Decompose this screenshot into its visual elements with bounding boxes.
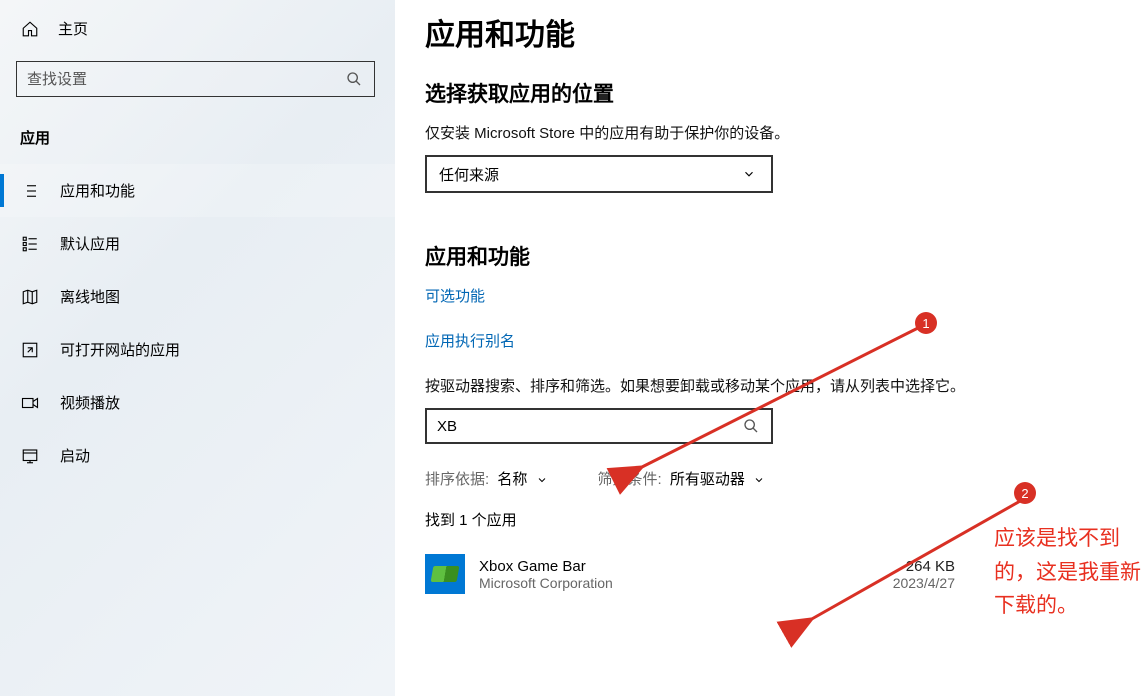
install-source-value: 任何来源 bbox=[439, 164, 499, 185]
sidebar-item-video-playback[interactable]: 视频播放 bbox=[0, 376, 395, 429]
page-title: 应用和功能 bbox=[425, 10, 1144, 54]
install-source-heading: 选择获取应用的位置 bbox=[425, 78, 1144, 108]
filter-control[interactable]: 筛选条件: 所有驱动器 bbox=[598, 468, 766, 489]
sidebar-item-label: 默认应用 bbox=[60, 233, 120, 254]
app-info: Xbox Game Bar Microsoft Corporation bbox=[479, 558, 879, 591]
app-publisher: Microsoft Corporation bbox=[479, 575, 879, 591]
install-source-dropdown[interactable]: 任何来源 bbox=[425, 155, 773, 193]
search-icon bbox=[741, 416, 761, 436]
sort-control[interactable]: 排序依据: 名称 bbox=[425, 468, 548, 489]
video-icon bbox=[20, 393, 40, 413]
sort-filter-row: 排序依据: 名称 筛选条件: 所有驱动器 bbox=[425, 468, 1144, 489]
list-icon bbox=[20, 181, 40, 201]
settings-sidebar: 主页 应用 应用和功能 默认应用 离线地图 可打开网站的应用 bbox=[0, 0, 395, 696]
map-icon bbox=[20, 287, 40, 307]
home-nav[interactable]: 主页 bbox=[0, 10, 395, 47]
settings-search[interactable] bbox=[16, 61, 375, 97]
sidebar-item-label: 启动 bbox=[60, 445, 90, 466]
optional-features-link[interactable]: 可选功能 bbox=[425, 285, 1144, 306]
sidebar-item-offline-maps[interactable]: 离线地图 bbox=[0, 270, 395, 323]
apps-features-heading: 应用和功能 bbox=[425, 241, 1144, 271]
app-search-input[interactable] bbox=[437, 418, 741, 435]
chevron-down-icon bbox=[739, 164, 759, 184]
main-content: 应用和功能 选择获取应用的位置 仅安装 Microsoft Store 中的应用… bbox=[425, 0, 1144, 696]
startup-icon bbox=[20, 446, 40, 466]
app-meta: 264 KB 2023/4/27 bbox=[893, 558, 955, 591]
app-date: 2023/4/27 bbox=[893, 575, 955, 591]
app-list-item[interactable]: Xbox Game Bar Microsoft Corporation 264 … bbox=[425, 550, 955, 598]
sidebar-item-label: 可打开网站的应用 bbox=[60, 339, 180, 360]
open-icon bbox=[20, 340, 40, 360]
home-label: 主页 bbox=[58, 18, 88, 39]
result-count: 找到 1 个应用 bbox=[425, 509, 1144, 530]
sidebar-item-apps-for-websites[interactable]: 可打开网站的应用 bbox=[0, 323, 395, 376]
app-aliases-link[interactable]: 应用执行别名 bbox=[425, 330, 1144, 351]
sidebar-item-label: 视频播放 bbox=[60, 392, 120, 413]
sidebar-item-default-apps[interactable]: 默认应用 bbox=[0, 217, 395, 270]
install-source-help: 仅安装 Microsoft Store 中的应用有助于保护你的设备。 bbox=[425, 122, 985, 143]
app-size: 264 KB bbox=[893, 558, 955, 575]
sort-value: 名称 bbox=[497, 471, 547, 488]
settings-search-input[interactable] bbox=[27, 71, 344, 88]
home-icon bbox=[20, 19, 40, 39]
app-name: Xbox Game Bar bbox=[479, 558, 879, 575]
app-search-box[interactable] bbox=[425, 408, 773, 444]
sidebar-section-apps: 应用 bbox=[0, 119, 395, 164]
search-icon bbox=[344, 69, 364, 89]
sidebar-item-startup[interactable]: 启动 bbox=[0, 429, 395, 482]
filter-value: 所有驱动器 bbox=[670, 471, 765, 488]
xbox-game-bar-icon bbox=[425, 554, 465, 594]
sidebar-item-apps-features[interactable]: 应用和功能 bbox=[0, 164, 395, 217]
sort-label: 排序依据: bbox=[425, 471, 489, 488]
filter-label: 筛选条件: bbox=[598, 471, 662, 488]
sidebar-item-label: 应用和功能 bbox=[60, 180, 135, 201]
defaults-icon bbox=[20, 234, 40, 254]
apps-help-text: 按驱动器搜索、排序和筛选。如果想要卸载或移动某个应用，请从列表中选择它。 bbox=[425, 375, 985, 396]
sidebar-item-label: 离线地图 bbox=[60, 286, 120, 307]
